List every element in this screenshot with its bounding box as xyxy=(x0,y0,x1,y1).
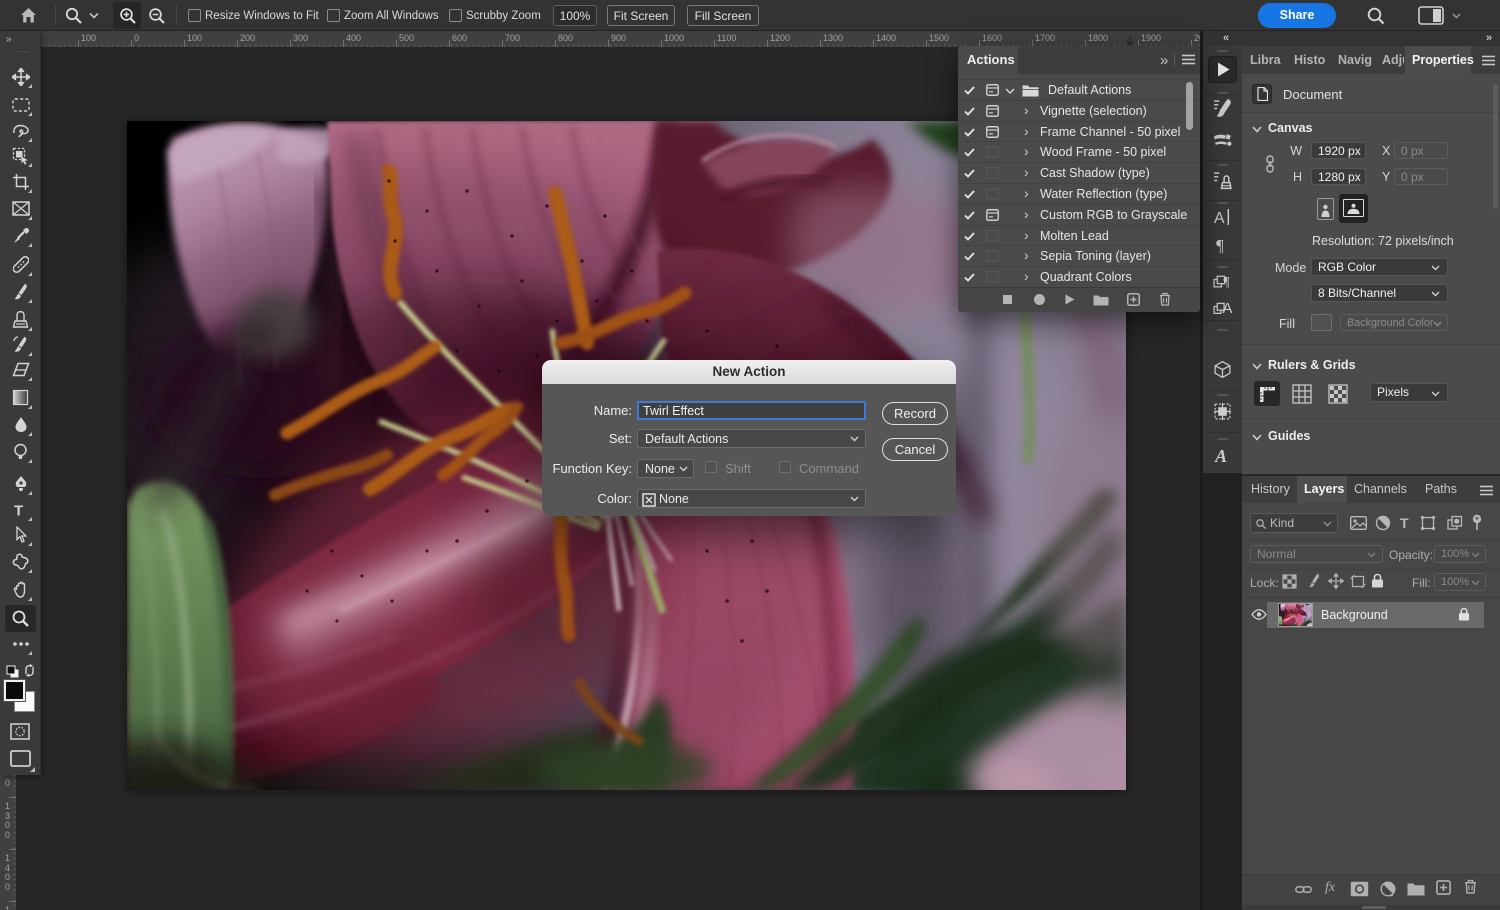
svg-text:¶: ¶ xyxy=(1224,274,1231,289)
svg-text:¶: ¶ xyxy=(1216,236,1224,254)
svg-text:A: A xyxy=(1223,301,1233,316)
svg-text:A: A xyxy=(1214,210,1225,227)
svg-text:A: A xyxy=(1214,446,1227,465)
svg-text:T: T xyxy=(14,502,23,518)
